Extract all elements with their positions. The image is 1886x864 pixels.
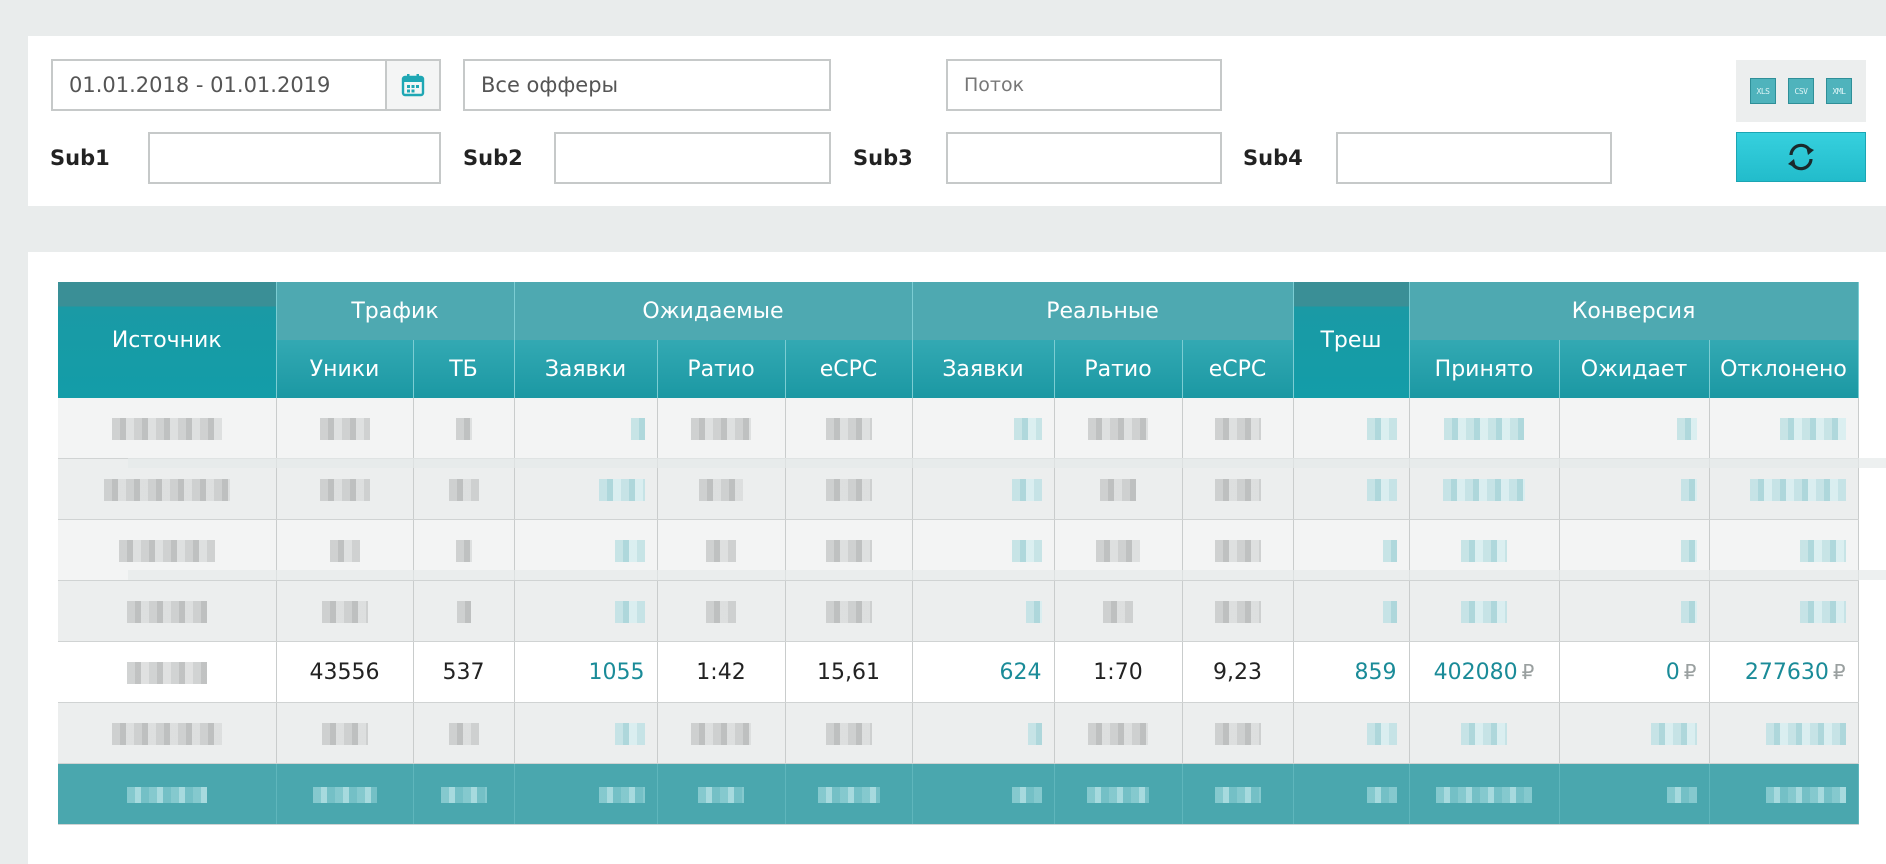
cell-accepted[interactable]: 402080 ₽ — [1409, 641, 1560, 703]
cell-pending[interactable]: 0 ₽ — [1559, 641, 1710, 703]
export-toolbar: XLS CSV XML — [1736, 60, 1866, 122]
sub2-label: Sub2 — [463, 146, 523, 170]
cell-accepted-value: 402080 — [1433, 659, 1518, 685]
table-row-redacted — [58, 398, 1859, 459]
sub3-label: Sub3 — [853, 146, 913, 170]
table-row-redacted — [58, 580, 1859, 642]
col-trash[interactable]: Треш — [1293, 282, 1410, 398]
sub1-input[interactable] — [148, 132, 441, 184]
refresh-button[interactable] — [1736, 132, 1866, 182]
col-real-ecpc[interactable]: eCPC — [1182, 340, 1294, 398]
offers-select-value: Все офферы — [481, 73, 619, 97]
cell-rejected-value: 277630 — [1744, 659, 1829, 685]
col-real-orders[interactable]: Заявки — [912, 340, 1055, 398]
csv-export-icon[interactable]: CSV — [1788, 78, 1814, 104]
cell-exp-ratio: 1:42 — [657, 641, 786, 703]
col-exp-ecpc[interactable]: eCPC — [785, 340, 913, 398]
col-rejected[interactable]: Отклонено — [1709, 340, 1859, 398]
cell-real-orders-value: 624 — [999, 659, 1042, 685]
xls-export-icon[interactable]: XLS — [1750, 78, 1776, 104]
currency-sign: ₽ — [1683, 659, 1697, 684]
cell-uniques: 43556 — [276, 641, 414, 703]
group-expected: Ожидаемые — [514, 282, 913, 340]
col-exp-orders[interactable]: Заявки — [514, 340, 658, 398]
sub2-input[interactable] — [554, 132, 831, 184]
source-name-redacted — [126, 661, 207, 684]
blur-overlay — [128, 570, 1886, 580]
blur-overlay — [128, 458, 1886, 468]
table-row[interactable]: 43556 537 1055 1:42 15,61 624 1:70 9,23 … — [58, 641, 1859, 703]
col-uniques[interactable]: Уники — [276, 340, 414, 398]
calendar-button[interactable] — [385, 61, 439, 109]
table-total-row-redacted — [58, 763, 1859, 825]
col-tb[interactable]: ТБ — [413, 340, 515, 398]
date-range-field[interactable]: 01.01.2018 - 01.01.2019 — [51, 59, 441, 111]
cell-tb: 537 — [413, 641, 515, 703]
date-range-value: 01.01.2018 - 01.01.2019 — [69, 73, 331, 97]
cell-pending-value: 0 — [1665, 659, 1680, 685]
cell-exp-ecpc: 15,61 — [785, 641, 913, 703]
stats-panel: Источник Трафик Ожидаемые Реальные Треш … — [28, 252, 1886, 864]
group-conversion: Конверсия — [1409, 282, 1859, 340]
xml-export-icon[interactable]: XML — [1826, 78, 1852, 104]
offers-select[interactable]: Все офферы — [463, 59, 831, 111]
col-real-ratio[interactable]: Ратио — [1054, 340, 1183, 398]
sub4-input[interactable] — [1336, 132, 1612, 184]
cell-real-orders[interactable]: 624 — [912, 641, 1055, 703]
cell-real-ratio: 1:70 — [1054, 641, 1183, 703]
filters-panel: 01.01.2018 - 01.01.2019 Все офферы Поток… — [28, 36, 1886, 206]
cell-real-ecpc: 9,23 — [1182, 641, 1294, 703]
cell-trash[interactable]: 859 — [1293, 641, 1410, 703]
table-row-redacted — [58, 702, 1859, 764]
cell-exp-orders[interactable]: 1055 — [514, 641, 658, 703]
col-accepted[interactable]: Принято — [1409, 340, 1560, 398]
currency-sign: ₽ — [1521, 659, 1535, 684]
col-exp-ratio[interactable]: Ратио — [657, 340, 786, 398]
cell-exp-orders-value: 1055 — [588, 659, 645, 685]
group-real: Реальные — [912, 282, 1294, 340]
sub1-label: Sub1 — [50, 146, 110, 170]
col-pending[interactable]: Ожидает — [1559, 340, 1710, 398]
stream-input-placeholder: Поток — [964, 74, 1025, 96]
currency-sign: ₽ — [1832, 659, 1846, 684]
calendar-icon — [401, 74, 425, 97]
sub4-label: Sub4 — [1243, 146, 1303, 170]
sub3-input[interactable] — [946, 132, 1222, 184]
cell-rejected[interactable]: 277630 ₽ — [1709, 641, 1859, 703]
col-source[interactable]: Источник — [58, 282, 277, 398]
stream-input[interactable]: Поток — [946, 59, 1222, 111]
stats-table: Источник Трафик Ожидаемые Реальные Треш … — [58, 282, 1886, 825]
group-traffic: Трафик — [276, 282, 515, 340]
refresh-icon — [1788, 143, 1814, 171]
cell-trash-value: 859 — [1354, 659, 1397, 685]
